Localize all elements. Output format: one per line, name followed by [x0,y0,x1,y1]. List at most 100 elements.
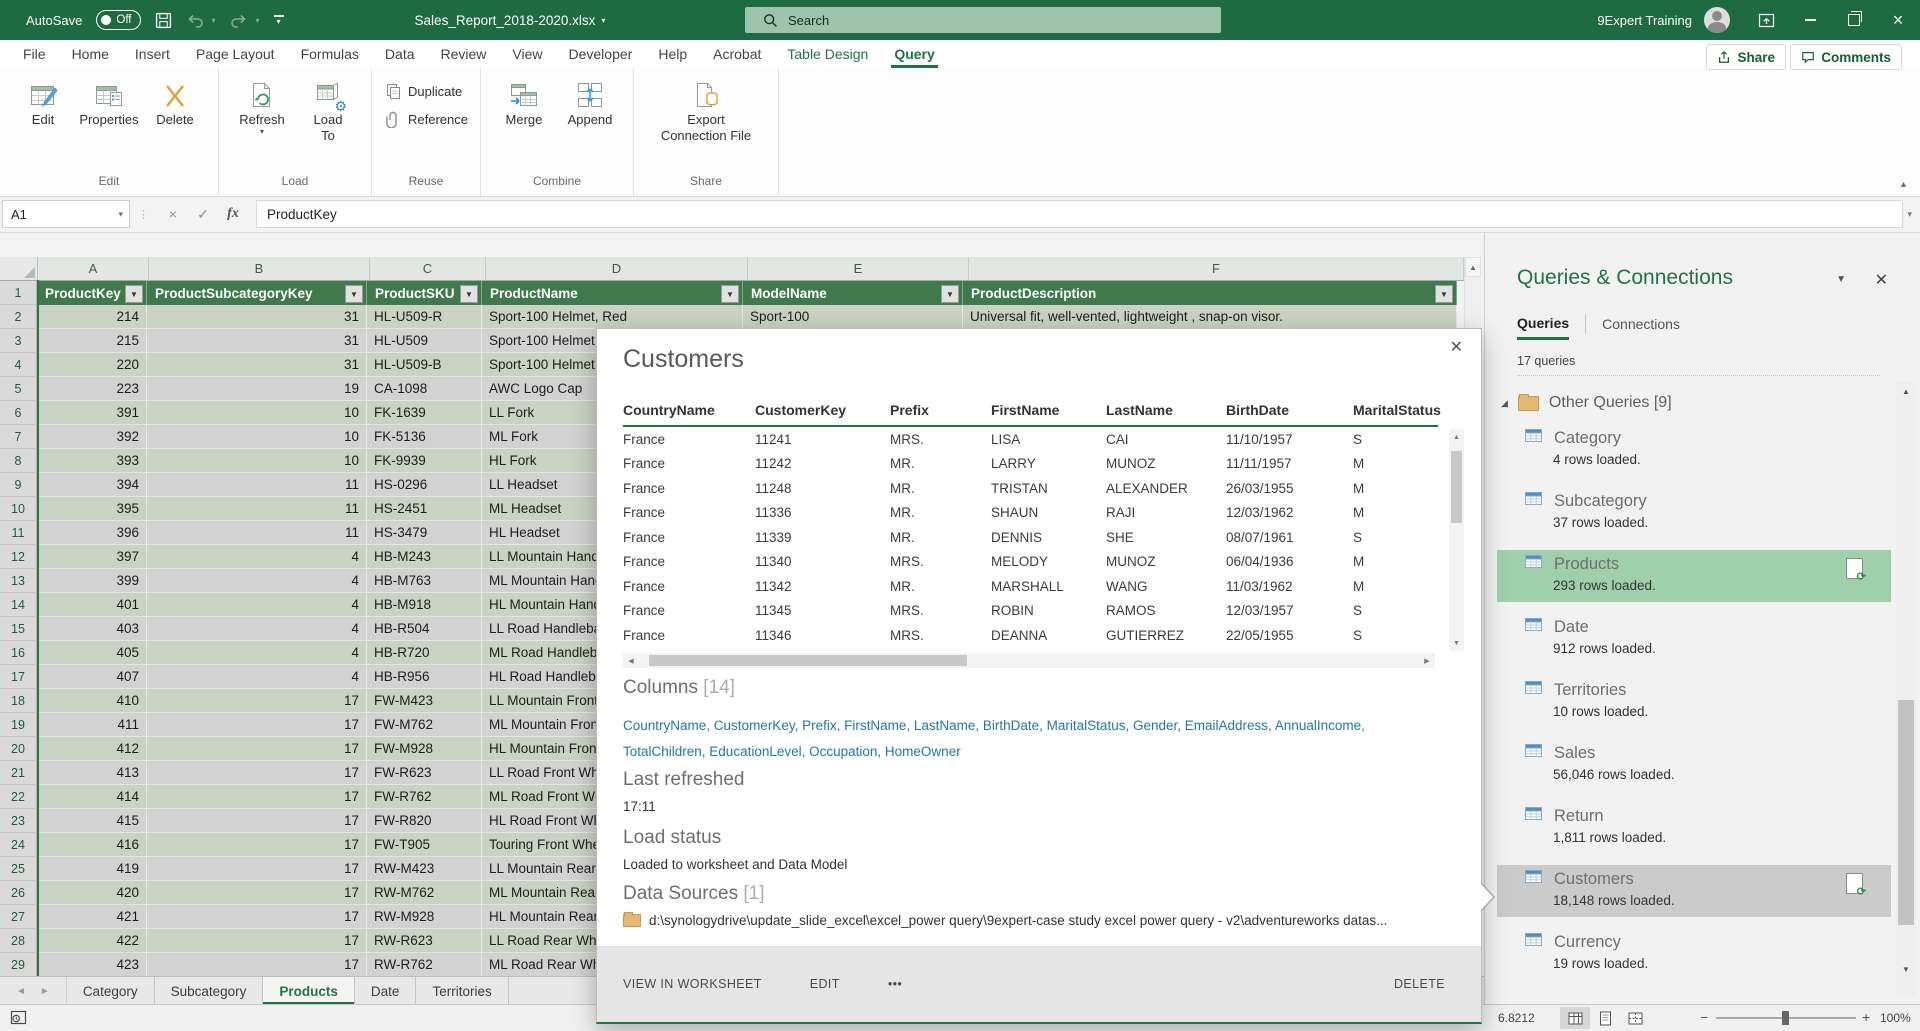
column-link-gender[interactable]: Gender, [1133,718,1185,733]
row-header[interactable]: 16 [0,641,37,665]
cell[interactable]: HB-R720 [367,641,482,665]
query-group-other-queries[interactable]: ◢ Other Queries [9] [1497,382,1891,424]
column-link-lastname[interactable]: LastName, [914,718,983,733]
row-header[interactable]: 15 [0,617,37,641]
cell[interactable]: 17 [147,953,367,977]
cell[interactable]: RW-M762 [367,881,482,905]
column-link-prefix[interactable]: Prefix, [802,718,844,733]
ribbon-tab-insert[interactable]: Insert [122,40,183,68]
cell[interactable]: 17 [147,713,367,737]
refresh-button[interactable]: Refresh ▾ [231,74,293,136]
column-link-birthdate[interactable]: BirthDate, [983,718,1047,733]
export-connection-file-button[interactable]: Export Connection File [651,74,761,144]
cell[interactable]: 17 [147,809,367,833]
cell[interactable]: 10 [147,449,367,473]
zoom-level[interactable]: 100% [1880,1011,1911,1025]
cell[interactable]: CA-1098 [367,377,482,401]
row-header[interactable]: 7 [0,425,37,449]
cell[interactable]: 10 [147,425,367,449]
cell[interactable]: 407 [37,665,147,689]
column-header-a[interactable]: A [38,257,149,281]
preview-vertical-scrollbar[interactable]: ▲ ▼ [1449,429,1464,651]
cell[interactable]: 4 [147,665,367,689]
edit-button[interactable]: EDIT [810,977,840,991]
cell[interactable]: 392 [37,425,147,449]
column-header-f[interactable]: F [969,257,1464,281]
cell[interactable]: FK-1639 [367,401,482,425]
cell[interactable]: 31 [147,305,367,329]
undo-icon[interactable] [186,12,204,28]
row-header[interactable]: 29 [0,953,37,977]
cell[interactable]: 419 [37,857,147,881]
row-header[interactable]: 3 [0,329,37,353]
column-header-c[interactable]: C [370,257,486,281]
row-header[interactable]: 14 [0,593,37,617]
cell[interactable]: 413 [37,761,147,785]
save-icon[interactable] [155,12,172,29]
cell[interactable]: 395 [37,497,147,521]
ribbon-tab-formulas[interactable]: Formulas [288,40,372,68]
preview-horizontal-scrollbar[interactable]: ◀ ▶ [623,653,1435,668]
cell[interactable]: 4 [147,545,367,569]
cell[interactable]: 422 [37,929,147,953]
panel-scroll-down-icon[interactable]: ▼ [1896,960,1916,978]
row-header[interactable]: 12 [0,545,37,569]
column-link-firstname[interactable]: FirstName, [844,718,914,733]
close-button[interactable]: × [1876,0,1920,40]
cell[interactable]: 420 [37,881,147,905]
cell[interactable]: RW-M928 [367,905,482,929]
cell[interactable]: 412 [37,737,147,761]
cell[interactable]: FW-M928 [367,737,482,761]
row-header[interactable]: 26 [0,881,37,905]
column-header-d[interactable]: D [486,257,748,281]
comments-button[interactable]: Comments [1790,44,1902,70]
cell[interactable]: 17 [147,785,367,809]
row-header[interactable]: 5 [0,377,37,401]
cell[interactable]: HB-M763 [367,569,482,593]
name-box[interactable]: A1 ▾ [2,200,130,228]
formula-input[interactable]: ProductKey [256,200,1903,228]
document-title[interactable]: Sales_Report_2018-2020.xlsx ▾ [330,0,690,40]
table-header-productsubcategorykey[interactable]: ProductSubcategoryKey▼ [147,281,367,305]
minimize-button[interactable] [1788,0,1832,40]
filter-button[interactable]: ▼ [721,285,739,303]
cell[interactable]: 405 [37,641,147,665]
zoom-slider[interactable] [1716,1017,1856,1019]
sheet-tab-territories[interactable]: Territories [416,977,508,1005]
preview-hscroll-thumb[interactable] [649,655,967,666]
cell[interactable]: RW-M423 [367,857,482,881]
cell[interactable]: 4 [147,593,367,617]
row-header[interactable]: 11 [0,521,37,545]
cell[interactable]: HS-3479 [367,521,482,545]
table-header-productdescription[interactable]: ProductDescription▼ [963,281,1457,305]
undo-dropdown-icon[interactable]: ▾ [212,16,216,25]
row-header[interactable]: 8 [0,449,37,473]
cell[interactable]: HB-R956 [367,665,482,689]
cell[interactable]: 11 [147,473,367,497]
table-header-modelname[interactable]: ModelName▼ [743,281,963,305]
cell[interactable]: 421 [37,905,147,929]
filter-button[interactable]: ▼ [1435,285,1453,303]
account-name[interactable]: 9Expert Training [1597,13,1692,28]
sheet-tab-subcategory[interactable]: Subcategory [155,977,264,1005]
preview-scroll-left-icon[interactable]: ◀ [623,657,639,665]
load-to-button[interactable]: ⚙ Load To [297,74,359,144]
zoom-out-button[interactable]: − [1700,1009,1708,1025]
table-header-productsku[interactable]: ProductSKU▼ [367,281,482,305]
properties-button[interactable]: Properties [78,74,140,128]
query-item-return[interactable]: Return1,811 rows loaded. [1497,802,1891,854]
query-item-subcategory[interactable]: Subcategory37 rows loaded. [1497,487,1891,539]
sheet-nav-right-icon[interactable]: ► [40,986,50,997]
cell[interactable]: 214 [37,305,147,329]
ribbon-display-options-icon[interactable] [1744,0,1788,40]
ribbon-tab-query[interactable]: Query [881,40,947,68]
row-header[interactable]: 19 [0,713,37,737]
sheet-nav-left-icon[interactable]: ◄ [16,986,26,997]
cell[interactable]: 401 [37,593,147,617]
cell[interactable]: 17 [147,857,367,881]
row-header[interactable]: 20 [0,737,37,761]
preview-scroll-thumb[interactable] [1451,451,1462,523]
cell[interactable]: Sport-100 [743,305,963,329]
more-options-button[interactable]: ••• [888,977,902,991]
cell[interactable]: 17 [147,881,367,905]
